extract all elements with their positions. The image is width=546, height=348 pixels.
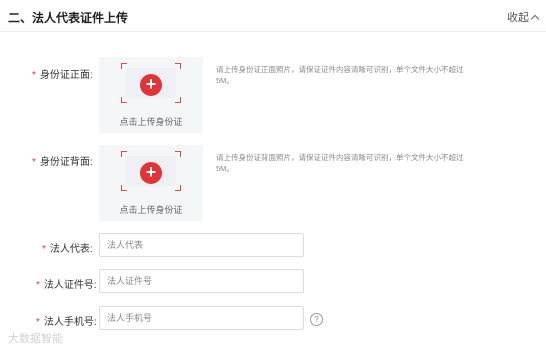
- id-back-label: * 身份证背面:: [32, 157, 93, 168]
- section-header: 二、法人代表证件上传 收起: [0, 0, 546, 32]
- legal-id-label: * 法人证件号:: [36, 280, 97, 291]
- watermark: 大数据智能: [8, 333, 63, 345]
- upload-caption: 点击上传身份证: [119, 205, 183, 215]
- id-front-label: * 身份证正面:: [32, 70, 93, 81]
- id-card-front-icon: +: [121, 63, 181, 103]
- legal-rep-input[interactable]: 法人代表: [99, 233, 304, 257]
- legal-rep-label: * 法人代表:: [42, 244, 93, 255]
- chevron-up-icon: [530, 14, 540, 23]
- add-icon: +: [140, 74, 162, 96]
- add-icon: +: [140, 162, 162, 184]
- collapse-toggle[interactable]: 收起: [507, 9, 540, 25]
- upload-caption: 点击上传身份证: [119, 117, 183, 127]
- id-back-hint: 请上传身份证背面照片，请保证证件内容清晰可识别，单个文件大小不超过5M。: [216, 153, 464, 173]
- section-title: 二、法人代表证件上传: [8, 11, 129, 25]
- id-back-upload[interactable]: + 点击上传身份证: [99, 145, 203, 221]
- id-front-hint: 请上传身份证正面照片，请保证证件内容清晰可识别，单个文件大小不超过5M。: [216, 65, 464, 85]
- help-icon[interactable]: ?: [310, 313, 323, 326]
- collapse-label: 收起: [507, 12, 529, 24]
- id-card-back-icon: +: [121, 151, 181, 191]
- legal-id-input[interactable]: 法人证件号: [99, 269, 304, 293]
- id-front-upload[interactable]: + 点击上传身份证: [99, 57, 203, 133]
- legal-phone-input[interactable]: 法人手机号: [99, 306, 304, 330]
- legal-phone-label: * 法人手机号:: [36, 317, 97, 328]
